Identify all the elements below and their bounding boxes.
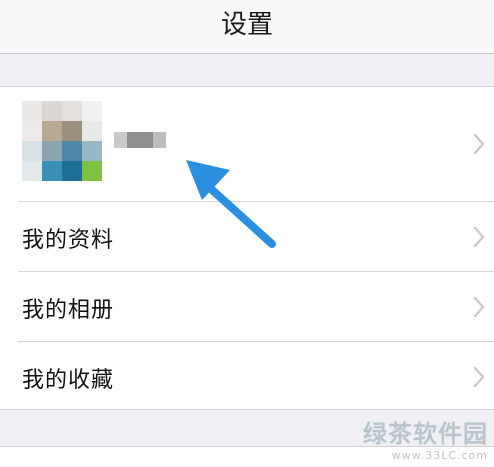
menu-item-album[interactable]: 我的相册 <box>0 272 494 341</box>
chevron-right-icon <box>473 366 485 388</box>
chevron-right-icon <box>473 133 485 155</box>
menu-item-label: 我的收藏 <box>22 368 115 393</box>
menu-item-label: 我的相册 <box>22 298 115 323</box>
avatar <box>22 101 102 181</box>
watermark-brand: 绿茶软件园 <box>363 420 488 448</box>
watermark-url: www.33LC.com <box>391 449 488 462</box>
menu-item-label: 我的资料 <box>22 228 115 253</box>
page-title: 设置 <box>220 10 273 40</box>
nickname-blurred <box>114 132 166 148</box>
nav-bar: 设置 <box>0 0 494 54</box>
menu-item-favorites[interactable]: 我的收藏 <box>0 342 494 410</box>
chevron-right-icon <box>473 226 485 248</box>
arrow-icon <box>186 160 276 248</box>
watermark: 绿茶软件园 www.33LC.com <box>363 414 488 462</box>
chevron-right-icon <box>473 296 485 318</box>
